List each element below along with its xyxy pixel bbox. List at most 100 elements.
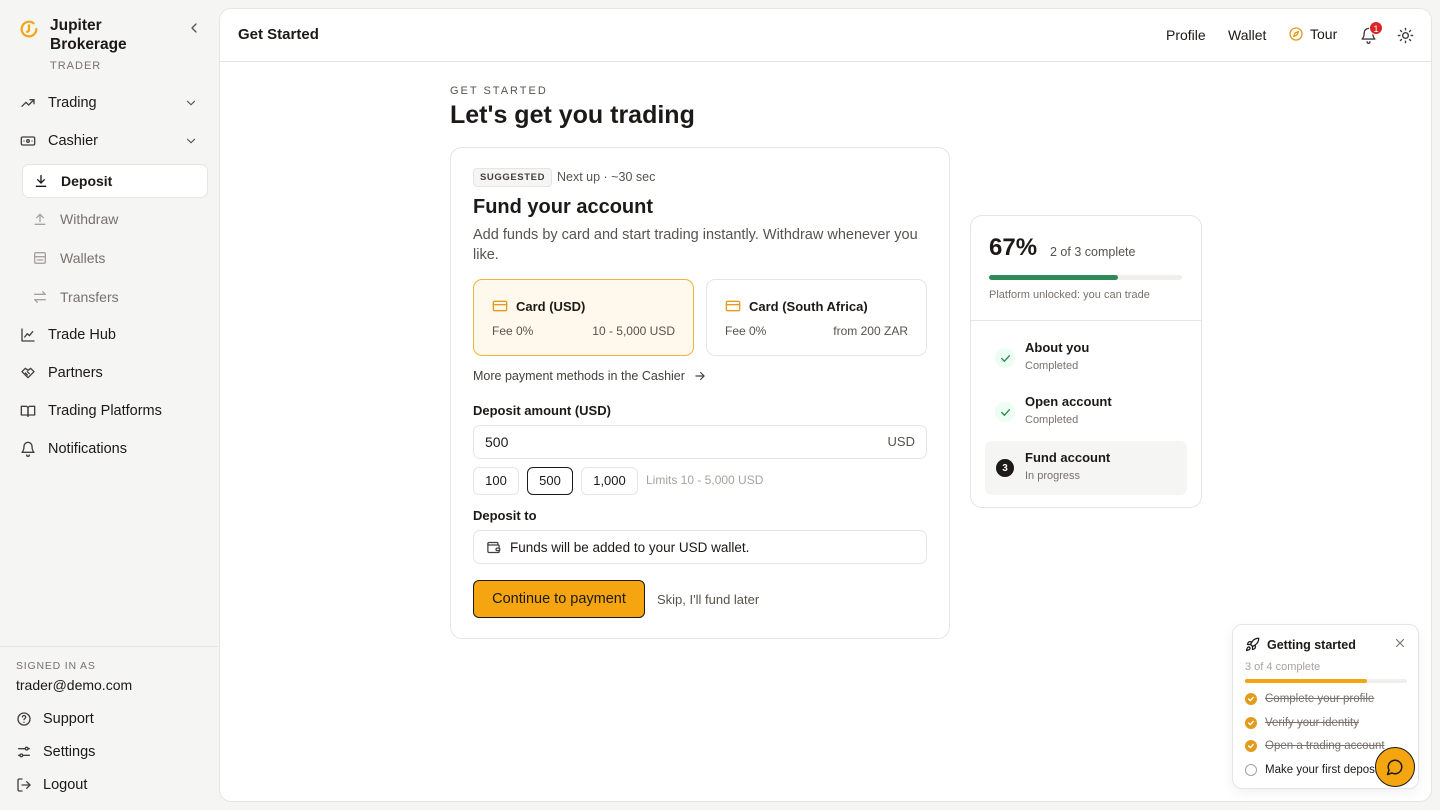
sidebar-item-label: Deposit: [61, 173, 113, 189]
method-name: Card (USD): [492, 298, 585, 314]
close-icon[interactable]: [1394, 637, 1406, 649]
sidebar-item-label: Trading Platforms: [48, 403, 162, 419]
step-status: Completed: [1025, 360, 1079, 372]
page-headline: Let's get you trading: [450, 101, 695, 129]
checklist-item-complete-profile[interactable]: Complete your profile: [1245, 693, 1374, 705]
method-fee: Fee 0%: [725, 324, 767, 338]
checklist-item-label: Make your first deposit: [1265, 764, 1381, 776]
skip-fund-later-link[interactable]: Skip, I'll fund later: [657, 592, 759, 607]
sidebar-item-trade-hub[interactable]: Trade Hub: [20, 318, 208, 352]
sidebar-settings-link[interactable]: Settings: [16, 741, 95, 763]
help-circle-icon: [17, 712, 31, 726]
sidebar-item-trading-platforms[interactable]: Trading Platforms: [20, 394, 208, 428]
checklist-item-open-trading-account[interactable]: Open a trading account: [1245, 740, 1385, 752]
sidebar-item-withdraw[interactable]: Withdraw: [22, 202, 208, 236]
sidebar-support-link[interactable]: Support: [16, 708, 94, 730]
sidebar-item-cashier[interactable]: Cashier: [20, 124, 208, 158]
step-open-account[interactable]: Open account Completed: [985, 385, 1187, 439]
check-circle-icon: [1245, 693, 1257, 705]
payment-method-card-south-africa[interactable]: Card (South Africa) Fee 0% from 200 ZAR: [706, 279, 927, 356]
check-icon: [995, 402, 1015, 422]
checklist-item-first-deposit[interactable]: Make your first deposit: [1245, 764, 1381, 776]
brand-name-line1: Jupiter: [50, 17, 102, 34]
book-open-icon: [20, 405, 36, 417]
preset-amount-100[interactable]: 100: [473, 467, 519, 495]
bell-icon: [21, 441, 35, 457]
method-name-label: Card (USD): [516, 298, 586, 314]
continue-to-payment-button[interactable]: Continue to payment: [473, 580, 645, 618]
payment-method-card-usd[interactable]: Card (USD) Fee 0% 10 - 5,000 USD: [473, 279, 694, 356]
fund-account-card: SUGGESTED Next up · ~30 sec Fund your ac…: [450, 147, 950, 639]
getting-started-count: 3 of 4 complete: [1245, 661, 1321, 673]
method-name-label: Card (South Africa): [749, 298, 868, 314]
upload-icon: [34, 213, 46, 225]
check-circle-icon: [1245, 717, 1257, 729]
sidebar-item-wallets[interactable]: Wallets: [22, 241, 208, 275]
deposit-amount-label: Deposit amount (USD): [473, 403, 611, 418]
arrows-swap-icon: [34, 291, 46, 303]
wallet-link[interactable]: Wallet: [1228, 27, 1266, 43]
brand[interactable]: Jupiter Brokerage TRADER: [18, 16, 127, 72]
sidebar-item-deposit[interactable]: Deposit: [22, 164, 208, 198]
logout-label: Logout: [43, 777, 88, 793]
sidebar-item-notifications[interactable]: Notifications: [20, 432, 208, 466]
checklist-item-label: Open a trading account: [1265, 740, 1385, 752]
signed-in-label: SIGNED IN AS: [16, 660, 96, 672]
brand-name-line2: Brokerage: [50, 36, 127, 53]
profile-link[interactable]: Profile: [1166, 27, 1206, 43]
deposit-amount-input[interactable]: [474, 426, 854, 458]
credit-card-icon: [725, 300, 741, 312]
banknote-icon: [20, 136, 36, 146]
brand-logo-icon: [20, 20, 38, 38]
chart-line-icon: [21, 328, 35, 342]
tour-button[interactable]: Tour: [1288, 26, 1337, 42]
sidebar-item-trading[interactable]: Trading: [20, 86, 208, 120]
sidebar-item-partners[interactable]: Partners: [20, 356, 208, 390]
chat-support-button[interactable]: [1375, 747, 1415, 787]
sidebar-item-label: Trade Hub: [48, 327, 116, 343]
sun-icon[interactable]: [1397, 27, 1414, 44]
method-fee: Fee 0%: [492, 324, 534, 338]
notification-count-badge: 1: [1369, 21, 1383, 35]
rocket-icon: [1245, 637, 1260, 652]
step-fund-account[interactable]: 3 Fund account In progress: [985, 441, 1187, 495]
sidebar-item-transfers[interactable]: Transfers: [22, 280, 208, 314]
progress-bar-fill: [989, 275, 1119, 280]
chevron-down-icon: [186, 100, 196, 106]
collapse-sidebar-icon[interactable]: [186, 20, 202, 36]
checklist-item-verify-identity[interactable]: Verify your identity: [1245, 717, 1359, 729]
getting-started-header: Getting started: [1245, 637, 1356, 652]
compass-icon: [1289, 27, 1303, 41]
chevron-down-icon: [186, 138, 196, 144]
support-label: Support: [43, 711, 94, 727]
step-about-you[interactable]: About you Completed: [985, 331, 1187, 385]
preset-amount-500[interactable]: 500: [527, 467, 573, 495]
sidebar-item-label: Partners: [48, 365, 103, 381]
step-title: About you: [1025, 340, 1090, 355]
preset-amount-1000[interactable]: 1,000: [581, 467, 638, 495]
step-number-badge: 3: [996, 459, 1014, 477]
tour-label: Tour: [1310, 26, 1338, 42]
deposit-amount-field[interactable]: USD: [473, 425, 927, 459]
signed-in-email: trader@demo.com: [16, 677, 133, 693]
getting-started-title: Getting started: [1267, 637, 1356, 652]
deposit-limits-text: Limits 10 - 5,000 USD: [646, 473, 764, 487]
next-up-text: Next up · ~30 sec: [557, 170, 656, 184]
brand-name: Jupiter Brokerage: [50, 16, 127, 54]
credit-card-icon: [492, 300, 508, 312]
checklist-item-label: Complete your profile: [1265, 693, 1375, 705]
progress-percent: 67%: [989, 234, 1038, 261]
sidebar-logout-link[interactable]: Logout: [16, 774, 87, 796]
method-range: 10 - 5,000 USD: [592, 324, 675, 338]
onboarding-progress-card: 67% 2 of 3 complete Platform unlocked: y…: [970, 215, 1202, 508]
more-payment-methods-link[interactable]: More payment methods in the Cashier: [473, 369, 707, 383]
more-payment-methods-label: More payment methods in the Cashier: [473, 369, 685, 383]
sidebar-divider: [0, 646, 218, 647]
method-range: from 200 ZAR: [833, 324, 908, 338]
trending-up-icon: [21, 99, 35, 107]
sidebar: Jupiter Brokerage TRADER Trading Cashier…: [0, 0, 218, 810]
wallet-icon: [34, 252, 46, 264]
deposit-to-wallet: Funds will be added to your USD wallet.: [473, 530, 927, 564]
user-role: TRADER: [50, 60, 102, 72]
settings-label: Settings: [43, 744, 96, 760]
